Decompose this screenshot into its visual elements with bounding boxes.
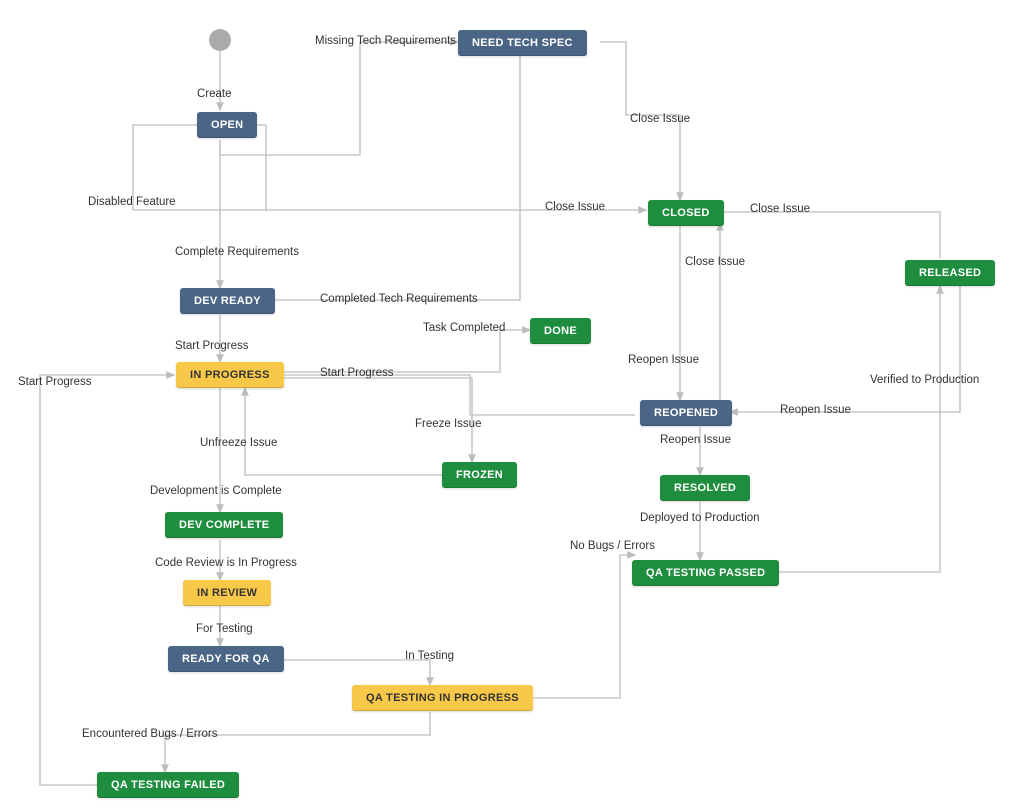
node-qa-in-progress[interactable]: QA TESTING IN PROGRESS xyxy=(352,685,533,711)
edge-reopen-side: Reopen Issue xyxy=(780,404,851,416)
node-label: QA TESTING PASSED xyxy=(646,567,765,579)
node-label: IN PROGRESS xyxy=(190,369,270,381)
node-need-tech-spec[interactable]: NEED TECH SPEC xyxy=(458,30,587,56)
edge-code-review: Code Review is In Progress xyxy=(155,557,297,569)
edge-bugs: Encountered Bugs / Errors xyxy=(82,728,218,740)
node-label: RELEASED xyxy=(919,267,981,279)
node-open[interactable]: OPEN xyxy=(197,112,257,138)
node-ready-for-qa[interactable]: READY FOR QA xyxy=(168,646,284,672)
node-label: REOPENED xyxy=(654,407,718,419)
node-reopened[interactable]: REOPENED xyxy=(640,400,732,426)
edge-task-completed: Task Completed xyxy=(423,322,505,334)
edge-reopen-resolved: Reopen Issue xyxy=(660,434,731,446)
node-label: RESOLVED xyxy=(674,482,736,494)
node-resolved[interactable]: RESOLVED xyxy=(660,475,750,501)
edge-close-released: Close Issue xyxy=(750,203,810,215)
edge-completed-tech-req: Completed Tech Requirements xyxy=(320,293,478,305)
node-label: FROZEN xyxy=(456,469,503,481)
node-released[interactable]: RELEASED xyxy=(905,260,995,286)
node-label: QA TESTING IN PROGRESS xyxy=(366,692,519,704)
edge-start-progress-reop: Start Progress xyxy=(320,367,394,379)
node-qa-passed[interactable]: QA TESTING PASSED xyxy=(632,560,779,586)
edge-no-bugs: No Bugs / Errors xyxy=(570,540,655,552)
edge-start-progress-fail: Start Progress xyxy=(18,376,92,388)
node-label: QA TESTING FAILED xyxy=(111,779,225,791)
edge-verified: Verified to Production xyxy=(870,374,979,386)
node-label: DONE xyxy=(544,325,577,337)
edge-missing-tech-req: Missing Tech Requirements xyxy=(315,35,456,47)
edge-deployed: Deployed to Production xyxy=(640,512,760,524)
node-label: DEV READY xyxy=(194,295,261,307)
node-label: DEV COMPLETE xyxy=(179,519,269,531)
edge-create: Create xyxy=(197,88,232,100)
workflow-diagram: OPEN NEED TECH SPEC DEV READY IN PROGRES… xyxy=(0,0,1024,808)
edge-disabled-feature: Disabled Feature xyxy=(88,196,176,208)
node-closed[interactable]: CLOSED xyxy=(648,200,724,226)
node-dev-ready[interactable]: DEV READY xyxy=(180,288,275,314)
edge-close-reopened: Close Issue xyxy=(685,256,745,268)
edge-dev-complete: Development is Complete xyxy=(150,485,282,497)
edge-unfreeze: Unfreeze Issue xyxy=(200,437,277,449)
node-in-progress[interactable]: IN PROGRESS xyxy=(176,362,284,388)
node-frozen[interactable]: FROZEN xyxy=(442,462,517,488)
node-label: NEED TECH SPEC xyxy=(472,37,573,49)
edge-reopen-closed: Reopen Issue xyxy=(628,354,699,366)
node-label: CLOSED xyxy=(662,207,710,219)
node-done[interactable]: DONE xyxy=(530,318,591,344)
edge-in-testing: In Testing xyxy=(405,650,454,662)
node-label: OPEN xyxy=(211,119,243,131)
node-label: IN REVIEW xyxy=(197,587,257,599)
node-label: READY FOR QA xyxy=(182,653,270,665)
edge-freeze: Freeze Issue xyxy=(415,418,481,430)
edge-for-testing: For Testing xyxy=(196,623,253,635)
edge-close-from-spec: Close Issue xyxy=(630,113,690,125)
node-dev-complete[interactable]: DEV COMPLETE xyxy=(165,512,283,538)
node-in-review[interactable]: IN REVIEW xyxy=(183,580,271,606)
node-qa-failed[interactable]: QA TESTING FAILED xyxy=(97,772,239,798)
edge-complete-req: Complete Requirements xyxy=(175,246,299,258)
start-node xyxy=(209,29,231,51)
edge-start-progress: Start Progress xyxy=(175,340,249,352)
edge-close-issue-open: Close Issue xyxy=(545,201,605,213)
